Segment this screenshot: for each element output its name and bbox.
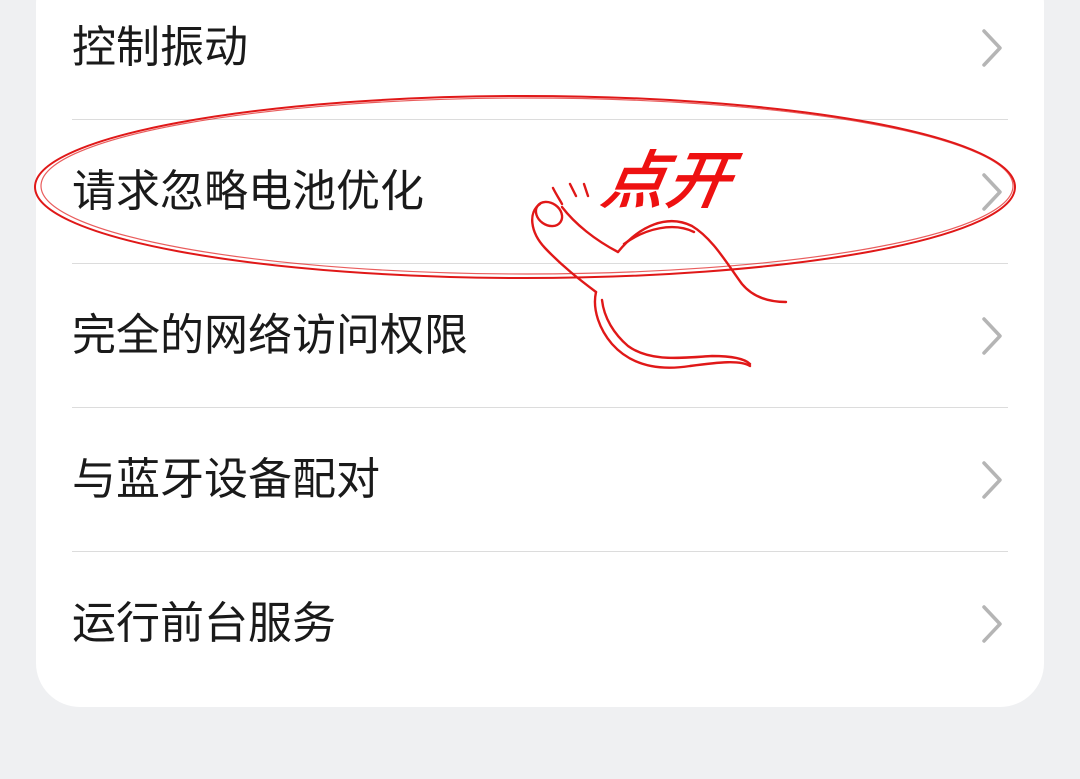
- list-item-label: 运行前台服务: [72, 598, 336, 649]
- chevron-right-icon: [982, 173, 1002, 211]
- chevron-right-icon: [982, 461, 1002, 499]
- list-item-control-vibration[interactable]: 控制振动: [36, 0, 1044, 120]
- list-item-foreground-service[interactable]: 运行前台服务: [36, 552, 1044, 696]
- list-item-full-network-access[interactable]: 完全的网络访问权限: [36, 264, 1044, 408]
- chevron-right-icon: [982, 605, 1002, 643]
- annotation-tap-label: 点开: [597, 144, 739, 217]
- chevron-right-icon: [982, 317, 1002, 355]
- list-item-label: 控制振动: [72, 22, 248, 73]
- list-item-pair-bluetooth[interactable]: 与蓝牙设备配对: [36, 408, 1044, 552]
- list-item-label: 请求忽略电池优化: [72, 166, 424, 217]
- list-item-label: 与蓝牙设备配对: [72, 454, 380, 505]
- list-item-ignore-battery-optimization[interactable]: 请求忽略电池优化: [36, 120, 1044, 264]
- chevron-right-icon: [982, 29, 1002, 67]
- list-item-label: 完全的网络访问权限: [72, 310, 468, 361]
